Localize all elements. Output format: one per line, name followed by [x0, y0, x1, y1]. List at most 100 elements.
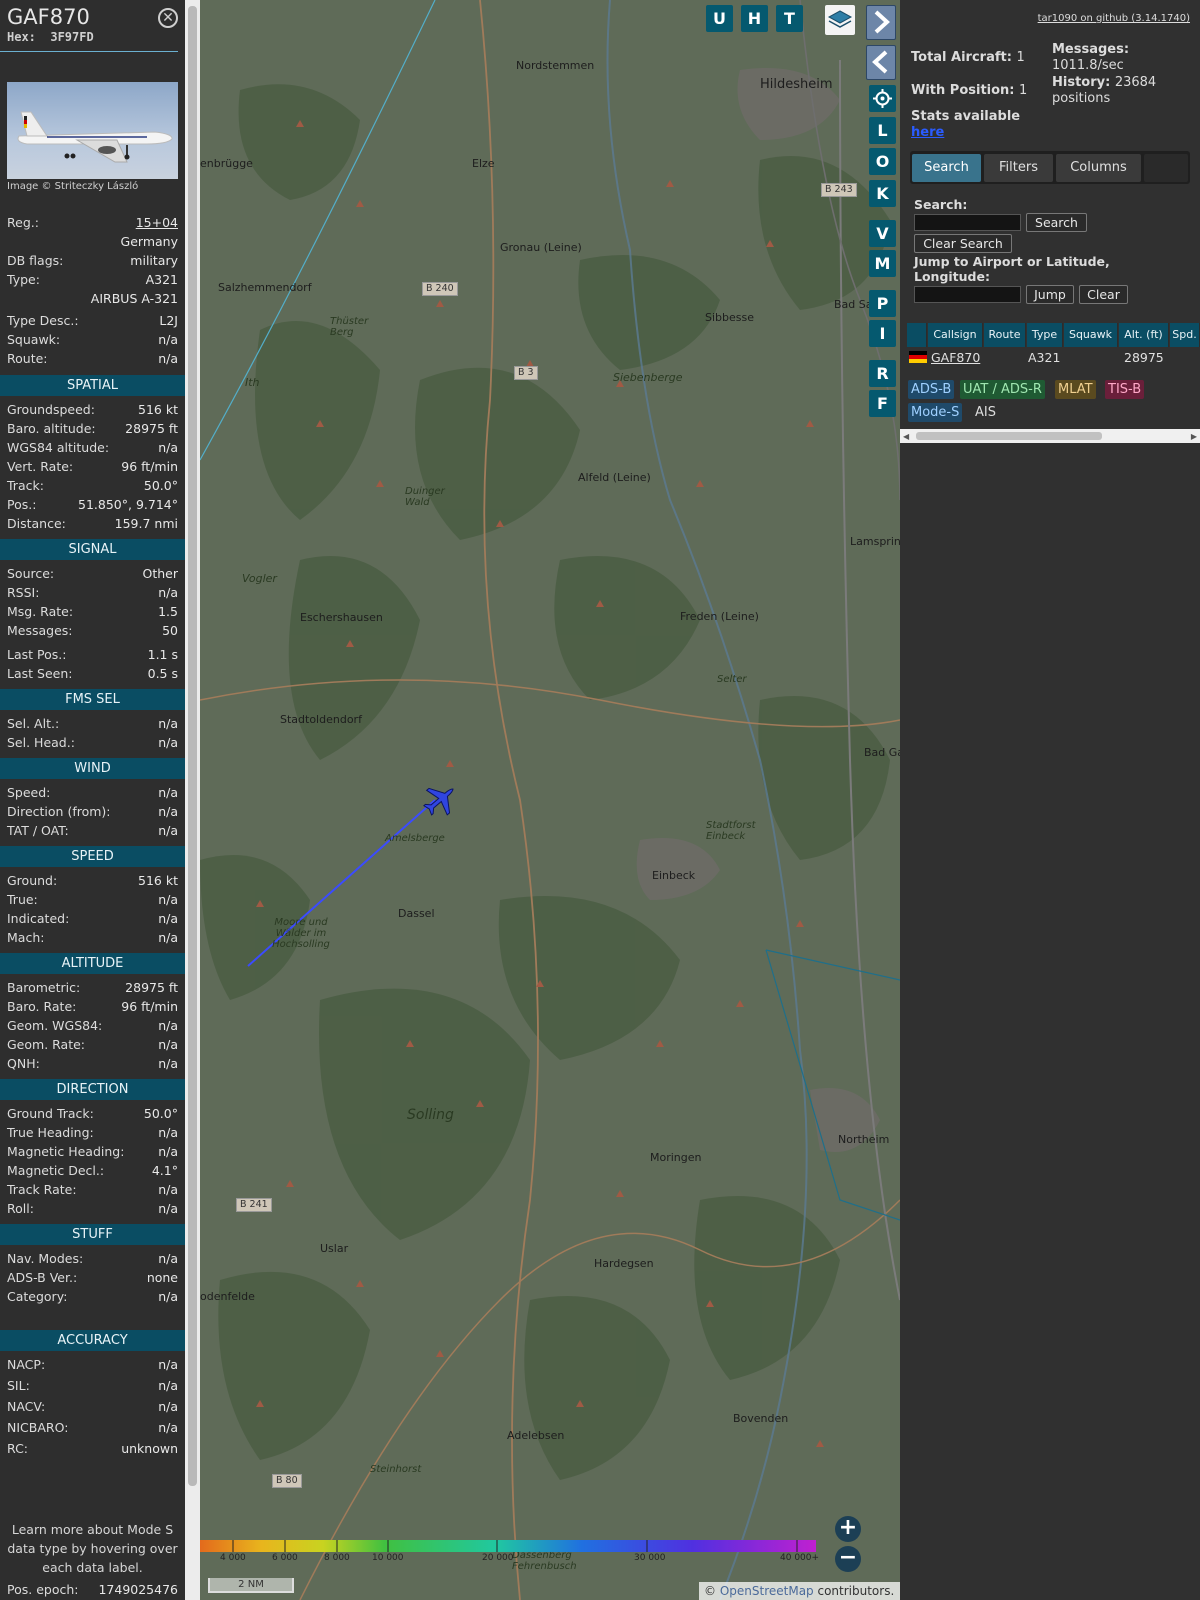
info-label: Roll: — [7, 1201, 34, 1216]
info-value: n/a — [158, 785, 178, 800]
aircraft-header: GAF870 Hex: 3F97FD — [0, 0, 178, 52]
place-label: Alfeld (Leine) — [578, 471, 651, 484]
toggle-h-button[interactable]: H — [741, 5, 768, 32]
tab-search[interactable]: Search — [912, 154, 981, 182]
info-row: Reg.: 15+04 — [0, 213, 185, 232]
general-info: Reg.: 15+04 Germany DB flags: military Type: A… — [0, 213, 185, 368]
clear-button[interactable]: Clear — [1079, 285, 1128, 304]
tab-filters[interactable]: Filters — [984, 154, 1053, 182]
clear-search-button[interactable]: Clear Search — [914, 234, 1012, 253]
place-label: Adelebsen — [507, 1429, 565, 1442]
table-header-squawk[interactable]: Squawk — [1064, 323, 1118, 347]
detail-sections: SPATIAL Groundspeed: 516 kt Baro. altitude:… — [0, 369, 185, 1460]
table-header-route[interactable]: Route — [984, 323, 1026, 347]
info-value: n/a — [158, 1420, 178, 1435]
version-link[interactable]: tar1090 on github (3.14.1740) — [1038, 13, 1190, 24]
place-label: Lamspring — [850, 535, 900, 548]
info-label: Type: — [7, 272, 40, 287]
scroll-left-icon[interactable]: ◀ — [903, 432, 909, 441]
info-label: Pos.: — [7, 497, 37, 512]
place-label: Gronau (Leine) — [500, 241, 582, 254]
toggle-k-button[interactable]: K — [869, 180, 896, 207]
aircraft-callsign: GAF870 — [7, 5, 90, 29]
info-label: Barometric: — [7, 980, 81, 995]
toggle-m-button[interactable]: M — [869, 250, 896, 277]
settings-gear-icon[interactable] — [869, 85, 896, 112]
zoom-out-button[interactable]: − — [835, 1546, 861, 1572]
info-label: Route: — [7, 351, 48, 366]
info-row: Baro. altitude: 28975 ft — [0, 419, 185, 438]
toggle-l-button[interactable]: L — [869, 117, 896, 144]
info-row: Pos.: 51.850°, 9.714° — [0, 495, 185, 514]
search-button[interactable]: Search — [1026, 213, 1087, 232]
scroll-right-icon[interactable]: ▶ — [1191, 432, 1197, 441]
attribution-suffix: contributors. — [813, 1584, 895, 1598]
aircraft-icon[interactable] — [420, 780, 460, 820]
row-callsign[interactable]: GAF870 — [931, 349, 980, 367]
toggle-v-button[interactable]: V — [869, 220, 896, 247]
chevron-right-icon[interactable] — [866, 5, 896, 40]
zoom-in-button[interactable]: + — [835, 1516, 861, 1542]
info-row: NACP: n/a — [0, 1355, 185, 1376]
history-label: History: — [1052, 75, 1111, 90]
info-row: Track Rate: n/a — [0, 1180, 185, 1199]
toggle-r-button[interactable]: R — [869, 360, 896, 387]
info-label: RC: — [7, 1441, 29, 1456]
search-input[interactable] — [914, 214, 1021, 231]
info-value: Other — [142, 566, 179, 581]
with-position-label: With Position: — [911, 83, 1015, 98]
info-label: NACV: — [7, 1399, 46, 1414]
toggle-u-button[interactable]: U — [706, 5, 733, 32]
info-value: n/a — [158, 1378, 178, 1393]
pos-epoch-row: Pos. epoch: 1749025476 — [0, 1580, 185, 1599]
jump-button[interactable]: Jump — [1026, 285, 1074, 304]
place-label: Eschershausen — [300, 611, 383, 624]
aircraft-photo[interactable] — [7, 82, 178, 179]
toggle-f-button[interactable]: F — [869, 390, 896, 417]
info-label: Category: — [7, 1289, 68, 1304]
toggle-t-button[interactable]: T — [776, 5, 803, 32]
toggle-i-button[interactable]: I — [869, 320, 896, 347]
info-row: Category: n/a — [0, 1287, 185, 1306]
info-label: Reg.: — [7, 215, 39, 230]
info-label: Mach: — [7, 930, 45, 945]
close-icon[interactable]: ✕ — [158, 8, 178, 28]
history-stat: History: 23684 positions — [1052, 75, 1192, 107]
jump-input[interactable] — [914, 286, 1021, 303]
info-panel-scrollbar[interactable] — [185, 0, 200, 1600]
table-header-type[interactable]: Type — [1027, 323, 1063, 347]
terrain-label: Thüster Berg — [330, 316, 369, 338]
info-row: WGS84 altitude: n/a — [0, 438, 185, 457]
layers-icon[interactable] — [825, 5, 855, 35]
info-value: n/a — [158, 1289, 178, 1304]
scrollbar-thumb[interactable] — [188, 6, 197, 1486]
sidebar: tar1090 on github (3.14.1740) Total Airc… — [900, 0, 1200, 1600]
toggle-o-button[interactable]: O — [869, 148, 896, 175]
info-label: Direction (from): — [7, 804, 111, 819]
info-label: Sel. Alt.: — [7, 716, 60, 731]
table-header-flag[interactable] — [907, 323, 927, 347]
osm-link[interactable]: OpenStreetMap — [720, 1584, 814, 1598]
total-aircraft-stat: Total Aircraft: 1 — [911, 50, 1025, 66]
info-value: 516 kt — [138, 873, 178, 888]
jump-label: Jump to Airport or Latitude, Longitude: — [914, 254, 1110, 284]
info-value: n/a — [158, 1182, 178, 1197]
stats-link[interactable]: here — [911, 125, 1020, 141]
info-label: Vert. Rate: — [7, 459, 74, 474]
scrollbar-thumb[interactable] — [916, 432, 1102, 440]
aircraft-photo-image — [17, 111, 173, 163]
table-header-speed[interactable]: Spd. — [1170, 323, 1200, 347]
section-header: WIND — [0, 758, 185, 779]
tab-columns[interactable]: Columns — [1056, 154, 1141, 182]
info-label: True: — [7, 892, 38, 907]
table-horizontal-scrollbar[interactable]: ◀ ▶ — [900, 429, 1200, 443]
table-header-callsign[interactable]: Callsign — [928, 323, 983, 347]
table-header-altitude[interactable]: Alt. (ft) — [1119, 323, 1169, 347]
map-view[interactable]: Nordstemmen Hildesheim Elze enbrügge Gro… — [200, 0, 900, 1600]
place-label: Northeim — [838, 1133, 890, 1146]
info-label: Magnetic Decl.: — [7, 1163, 105, 1178]
toggle-p-button[interactable]: P — [869, 290, 896, 317]
road-sign: B 241 — [236, 1198, 272, 1212]
altitude-tick: 8 000 — [324, 1553, 350, 1563]
chevron-left-icon[interactable] — [866, 45, 896, 80]
